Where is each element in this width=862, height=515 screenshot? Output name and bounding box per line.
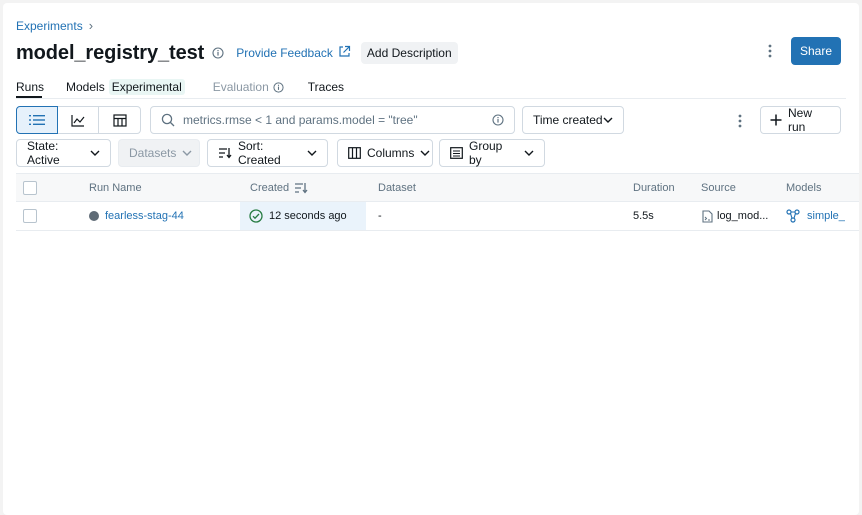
more-options-icon[interactable] bbox=[732, 111, 748, 131]
column-header-created[interactable]: Created bbox=[250, 174, 308, 201]
tab-evaluation-label: Evaluation bbox=[212, 80, 269, 94]
view-mode-toggle bbox=[16, 106, 141, 134]
runs-table-header: Run Name Created Dataset Duration Source… bbox=[16, 173, 859, 202]
state-filter-dropdown[interactable]: State: Active bbox=[16, 139, 111, 167]
duration-cell: 5.5s bbox=[633, 210, 654, 222]
column-header-label: Source bbox=[701, 181, 736, 194]
column-header-dataset[interactable]: Dataset bbox=[378, 174, 416, 201]
info-icon bbox=[273, 81, 284, 93]
tab-bar: Runs Models Experimental Evaluation Trac… bbox=[16, 77, 344, 97]
breadcrumb-experiments-link[interactable]: Experiments bbox=[16, 19, 83, 33]
select-all-checkbox-wrap bbox=[23, 174, 37, 201]
select-all-checkbox[interactable] bbox=[23, 180, 37, 195]
datasets-filter-label: Datasets bbox=[129, 146, 177, 160]
breadcrumb-separator: › bbox=[88, 18, 94, 33]
state-filter-label: State: Active bbox=[27, 139, 60, 167]
group-by-label: Group by bbox=[469, 139, 503, 167]
columns-icon bbox=[348, 147, 361, 159]
column-header-label: Models bbox=[786, 181, 822, 194]
external-link-icon bbox=[338, 45, 351, 61]
list-view-button[interactable] bbox=[16, 106, 58, 134]
list-icon bbox=[29, 114, 45, 126]
time-created-label: Time created bbox=[533, 113, 603, 127]
column-header-label: Dataset bbox=[378, 181, 416, 194]
check-circle-icon bbox=[249, 209, 263, 223]
tab-traces-label: Traces bbox=[307, 80, 345, 94]
group-by-dropdown[interactable]: Group by bbox=[439, 139, 545, 167]
chevron-down-icon bbox=[182, 150, 192, 156]
table-icon bbox=[112, 113, 127, 127]
column-header-source[interactable]: Source bbox=[701, 174, 736, 201]
run-color-dot[interactable] bbox=[89, 211, 99, 221]
column-header-label: Run Name bbox=[89, 181, 142, 194]
column-header-run-name[interactable]: Run Name bbox=[89, 174, 142, 201]
line-chart-icon bbox=[71, 114, 85, 127]
more-options-icon[interactable] bbox=[762, 41, 778, 61]
search-icon bbox=[161, 113, 175, 127]
chevron-down-icon bbox=[524, 150, 534, 156]
title-row: model_registry_test Provide Feedback Add… bbox=[16, 39, 458, 67]
page-title: model_registry_test bbox=[16, 41, 205, 64]
created-time: 12 seconds ago bbox=[269, 210, 347, 222]
time-created-select[interactable]: Time created bbox=[522, 106, 624, 134]
chart-view-button[interactable] bbox=[57, 106, 99, 134]
table-row[interactable]: fearless-stag-44 12 seconds ago - 5.5s l… bbox=[16, 202, 859, 231]
plus-icon bbox=[770, 114, 782, 126]
provide-feedback-label: Provide Feedback bbox=[236, 46, 333, 60]
row-checkbox-wrap bbox=[23, 202, 37, 230]
table-view-button[interactable] bbox=[98, 106, 141, 134]
run-name-cell: fearless-stag-44 bbox=[89, 202, 184, 230]
tab-traces[interactable]: Traces bbox=[308, 77, 344, 97]
tab-divider bbox=[16, 98, 846, 99]
row-checkbox[interactable] bbox=[23, 209, 37, 223]
column-header-label: Created bbox=[250, 181, 290, 194]
info-icon[interactable] bbox=[492, 114, 504, 126]
share-button[interactable]: Share bbox=[791, 37, 841, 65]
breadcrumb: Experiments › bbox=[16, 18, 93, 33]
run-name-link[interactable]: fearless-stag-44 bbox=[105, 210, 184, 222]
columns-label: Columns bbox=[367, 146, 415, 160]
new-run-label: New run bbox=[788, 106, 813, 134]
columns-dropdown[interactable]: Columns bbox=[337, 139, 433, 167]
tab-evaluation[interactable]: Evaluation bbox=[213, 77, 284, 97]
column-header-models[interactable]: Models bbox=[786, 174, 821, 201]
tab-models[interactable]: Models Experimental bbox=[66, 77, 185, 97]
tab-models-label: Models bbox=[66, 80, 105, 94]
source-cell[interactable]: log_mod... bbox=[702, 202, 768, 230]
info-icon[interactable] bbox=[212, 47, 224, 59]
column-header-duration[interactable]: Duration bbox=[633, 174, 675, 201]
model-icon bbox=[786, 209, 800, 223]
sort-icon bbox=[218, 147, 232, 159]
sort-label: Sort: Created bbox=[238, 139, 281, 167]
sort-dropdown[interactable]: Sort: Created bbox=[207, 139, 328, 167]
models-cell[interactable]: simple_ bbox=[786, 202, 845, 230]
new-run-button[interactable]: New run bbox=[760, 106, 841, 134]
search-placeholder: metrics.rmse < 1 and params.model = "tre… bbox=[183, 113, 418, 127]
notebook-file-icon bbox=[702, 209, 713, 223]
source-name: log_mod... bbox=[717, 210, 769, 222]
add-description-button[interactable]: Add Description bbox=[360, 42, 458, 64]
experiment-page: Experiments › model_registry_test Provid… bbox=[3, 3, 859, 515]
provide-feedback-link[interactable]: Provide Feedback bbox=[236, 45, 351, 61]
chevron-down-icon bbox=[603, 117, 613, 123]
dataset-cell: - bbox=[378, 210, 382, 222]
sort-descending-icon bbox=[294, 182, 308, 194]
datasets-filter-dropdown[interactable]: Datasets bbox=[118, 139, 200, 167]
chevron-down-icon bbox=[90, 150, 100, 156]
tab-runs[interactable]: Runs bbox=[16, 77, 44, 97]
tab-runs-label: Runs bbox=[16, 80, 45, 94]
experimental-badge: Experimental bbox=[108, 79, 185, 95]
chevron-down-icon bbox=[307, 150, 317, 156]
search-input[interactable]: metrics.rmse < 1 and params.model = "tre… bbox=[150, 106, 515, 134]
model-link[interactable]: simple_ bbox=[807, 210, 845, 222]
column-header-label: Duration bbox=[633, 181, 675, 194]
group-by-icon bbox=[450, 147, 463, 159]
created-cell: 12 seconds ago bbox=[240, 202, 366, 230]
chevron-down-icon bbox=[420, 150, 430, 156]
